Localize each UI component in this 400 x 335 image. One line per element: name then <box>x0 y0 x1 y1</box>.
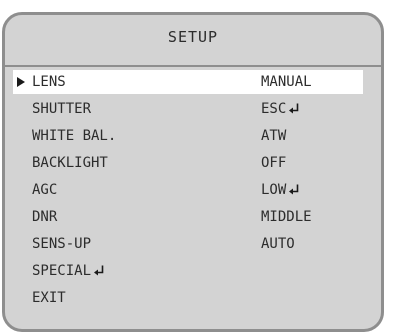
menu-item-value-text: MIDDLE <box>261 209 312 225</box>
title-divider <box>5 65 381 67</box>
menu-item-value-text: AUTO <box>261 236 295 252</box>
menu-item-value-text: LOW <box>261 182 287 198</box>
menu-item-sens-up[interactable]: SENS-UP AUTO <box>13 232 363 256</box>
menu-item-label: EXIT <box>32 286 66 310</box>
enter-return-icon <box>94 265 104 276</box>
menu-item-lens[interactable]: LENS MANUAL <box>13 70 363 94</box>
menu-item-special[interactable]: SPECIAL <box>13 259 363 283</box>
enter-return-icon <box>289 103 299 114</box>
menu-item-value-text: MANUAL <box>261 74 312 90</box>
menu-item-label-text: DNR <box>32 209 58 225</box>
menu-item-label-text: SPECIAL <box>32 263 92 279</box>
menu-item-agc[interactable]: AGC LOW <box>13 178 363 202</box>
menu-item-value: MIDDLE <box>261 205 312 229</box>
menu-item-label-text: BACKLIGHT <box>32 155 108 171</box>
menu-item-value: OFF <box>261 151 286 175</box>
menu-item-label: BACKLIGHT <box>32 151 108 175</box>
menu-item-label: SENS-UP <box>32 232 91 256</box>
menu-item-label: DNR <box>32 205 57 229</box>
menu-item-backlight[interactable]: BACKLIGHT OFF <box>13 151 363 175</box>
menu-title: SETUP <box>167 28 219 46</box>
menu-item-value: ESC <box>261 97 299 121</box>
menu-item-label-text: WHITE BAL. <box>32 128 117 144</box>
menu-item-shutter[interactable]: SHUTTER ESC <box>13 97 363 121</box>
menu-item-value: MANUAL <box>261 70 312 94</box>
menu-item-label-text: EXIT <box>32 290 66 306</box>
setup-menu-panel: SETUP LENS MANUAL SHUTTER ESC WHITE BAL. ATW B… <box>2 12 384 332</box>
enter-return-icon <box>289 184 299 195</box>
menu-item-label: SPECIAL <box>32 259 104 283</box>
menu-item-label: LENS <box>32 70 66 94</box>
menu-item-value: ATW <box>261 124 286 148</box>
menu-item-label-text: LENS <box>32 74 66 90</box>
menu-item-value-text: OFF <box>261 155 287 171</box>
menu-item-label-text: AGC <box>32 182 58 198</box>
menu-item-label-text: SENS-UP <box>32 236 92 252</box>
menu-item-exit[interactable]: EXIT <box>13 286 363 310</box>
menu-item-value-text: ESC <box>261 101 287 117</box>
menu-item-value: LOW <box>261 178 299 202</box>
menu-item-label: AGC <box>32 178 57 202</box>
menu-item-white-bal[interactable]: WHITE BAL. ATW <box>13 124 363 148</box>
menu-item-label: WHITE BAL. <box>32 124 116 148</box>
menu-item-value-text: ATW <box>261 128 287 144</box>
menu-item-value: AUTO <box>261 232 295 256</box>
menu-item-label-text: SHUTTER <box>32 101 92 117</box>
menu-item-label: SHUTTER <box>32 97 91 121</box>
pointer-triangle-icon <box>17 77 25 87</box>
menu-item-dnr[interactable]: DNR MIDDLE <box>13 205 363 229</box>
